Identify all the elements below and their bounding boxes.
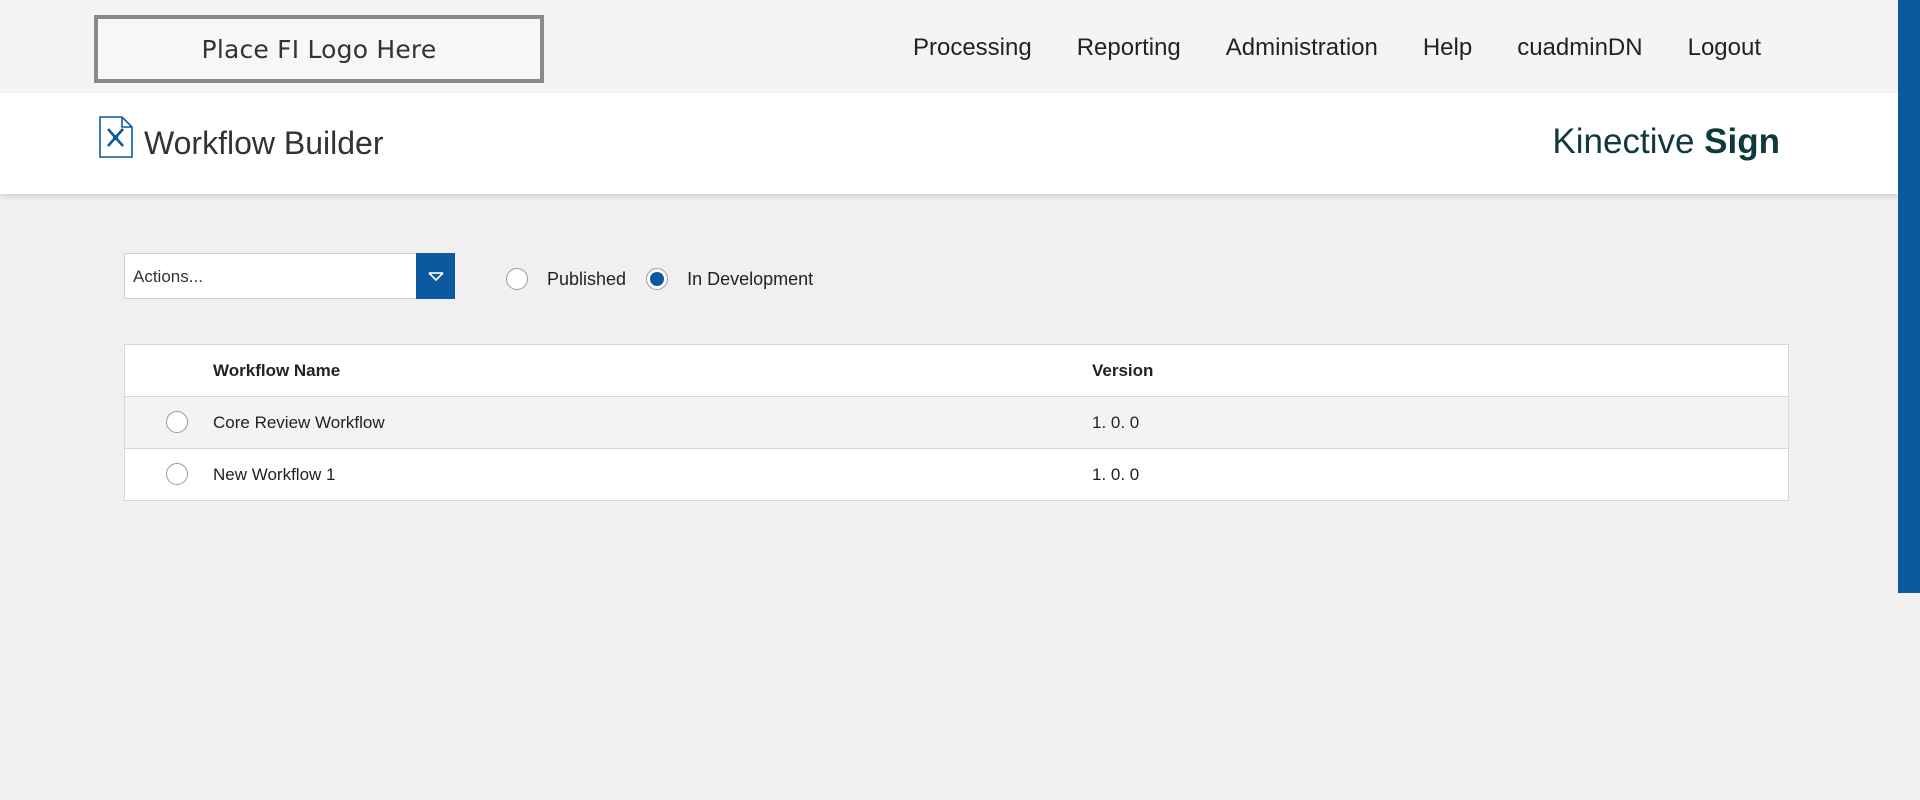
- workflow-name-cell: Core Review Workflow: [213, 413, 385, 432]
- actions-dropdown-value: Actions...: [133, 267, 203, 286]
- status-filter-radio-group: Published In Development: [506, 268, 833, 290]
- main-nav: Processing Reporting Administration Help…: [913, 34, 1761, 62]
- column-header-version[interactable]: Version: [1092, 361, 1153, 381]
- published-radio-label[interactable]: Published: [547, 269, 626, 290]
- in-development-radio-label[interactable]: In Development: [687, 269, 813, 290]
- actions-dropdown[interactable]: Actions...: [124, 253, 455, 299]
- column-header-workflow-name[interactable]: Workflow Name: [213, 361, 340, 381]
- version-cell: 1. 0. 0: [1092, 413, 1140, 432]
- chevron-down-icon: [427, 272, 444, 282]
- workflow-tools-document-icon: [99, 116, 133, 158]
- nav-user-account[interactable]: cuadminDN: [1517, 34, 1642, 62]
- page-header: Workflow Builder Kinective Sign: [0, 93, 1898, 194]
- table-header-row: Workflow Name Version: [125, 345, 1788, 397]
- nav-processing[interactable]: Processing: [913, 34, 1032, 62]
- nav-help[interactable]: Help: [1423, 34, 1472, 62]
- table-row[interactable]: New Workflow 1 1. 0. 0: [125, 449, 1788, 501]
- logo-text: Place FI Logo Here: [201, 34, 437, 64]
- nav-logout[interactable]: Logout: [1688, 34, 1761, 62]
- workflow-table: Workflow Name Version Core Review Workfl…: [124, 344, 1789, 501]
- nav-reporting[interactable]: Reporting: [1077, 34, 1181, 62]
- fi-logo-placeholder[interactable]: Place FI Logo Here: [94, 15, 544, 83]
- top-navigation-bar: Place FI Logo Here Processing Reporting …: [0, 0, 1898, 93]
- brand-light-text: Kinective: [1552, 122, 1705, 161]
- table-row[interactable]: Core Review Workflow 1. 0. 0: [125, 397, 1788, 449]
- version-cell: 1. 0. 0: [1092, 465, 1140, 484]
- scrollbar-thumb[interactable]: [1898, 0, 1920, 593]
- workflow-name-cell: New Workflow 1: [213, 465, 336, 484]
- published-radio[interactable]: [506, 268, 528, 290]
- brand-bold-text: Sign: [1704, 122, 1780, 161]
- page-title: Workflow Builder: [144, 125, 384, 161]
- nav-administration[interactable]: Administration: [1226, 34, 1378, 62]
- brand-wordmark: Kinective Sign: [1552, 122, 1780, 162]
- in-development-radio[interactable]: [646, 268, 669, 290]
- row-select-radio[interactable]: [166, 411, 188, 433]
- dropdown-toggle-button[interactable]: [416, 253, 455, 299]
- row-select-radio[interactable]: [166, 463, 188, 485]
- vertical-scrollbar[interactable]: [1898, 0, 1920, 800]
